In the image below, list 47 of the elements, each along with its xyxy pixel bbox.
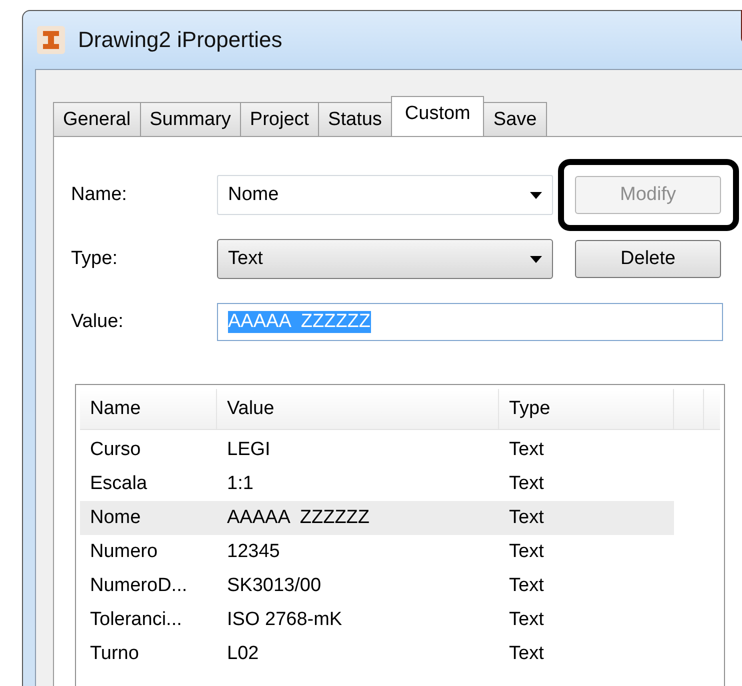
column-header[interactable]: Value (217, 389, 499, 429)
column-header[interactable]: Name (80, 389, 217, 429)
table-row[interactable]: Escala 1:1 Text (80, 467, 674, 501)
table-cell-text: Text (508, 541, 545, 563)
table-cell-text: Nome (89, 507, 142, 529)
value-label: Value: (71, 311, 124, 333)
tab[interactable]: General (53, 102, 141, 136)
table-cell-text: Text (508, 439, 545, 461)
app-logo-icon (36, 25, 66, 55)
column-header[interactable]: Type (499, 389, 674, 429)
dropdown-arrow-icon (530, 256, 542, 262)
table-cell-text: Text (508, 507, 545, 529)
table-cell-text: Text (508, 575, 545, 597)
table-cell-text: 12345 (226, 541, 281, 563)
table-row[interactable]: Curso LEGI Text (80, 433, 674, 467)
table-cell-text: AAAAA ZZZZZZ (226, 507, 371, 529)
table-cell-text: 1:1 (226, 473, 254, 495)
name-combo-box[interactable]: Nome (217, 175, 553, 215)
tab[interactable]: Status (318, 102, 392, 136)
tab[interactable]: Summary (140, 102, 241, 136)
table-cell-text: Text (508, 473, 545, 495)
table-cell-text: Text (508, 643, 545, 665)
tab[interactable]: Project (240, 102, 320, 136)
type-label: Type: (71, 248, 118, 270)
table-cell-text: L02 (226, 643, 260, 665)
type-dropdown[interactable]: Text (217, 239, 553, 279)
table-cell-text: LEGI (226, 439, 272, 461)
table-cell-text: Curso (89, 439, 142, 461)
tab[interactable]: Save (483, 102, 547, 136)
table-cell-text: Text (508, 609, 545, 631)
window-title: Drawing2 iProperties (78, 27, 282, 53)
table-row[interactable]: Numero 12345 Text (80, 535, 674, 569)
delete-button[interactable]: Delete (575, 240, 721, 278)
table-cell-text: Turno (89, 643, 140, 665)
table-row[interactable]: Toleranci... ISO 2768-mK Text (80, 603, 674, 637)
name-label: Name: (71, 184, 128, 206)
table-row[interactable]: Nome AAAAA ZZZZZZ Text (80, 501, 674, 535)
table-cell-text: NumeroD... (89, 575, 188, 597)
dropdown-arrow-icon (530, 192, 542, 198)
table-cell-text: Numero (89, 541, 159, 563)
table-cell-text: Escala (89, 473, 148, 495)
table-cell-text: Toleranci... (89, 609, 183, 631)
table-row[interactable]: Turno L02 Text (80, 637, 674, 671)
table-cell-text: ISO 2768-mK (226, 609, 344, 631)
table-cell-text: SK3013/00 (226, 575, 322, 597)
tab[interactable]: Custom (390, 96, 484, 136)
table-row[interactable]: NumeroD... SK3013/00 Text (80, 569, 674, 603)
